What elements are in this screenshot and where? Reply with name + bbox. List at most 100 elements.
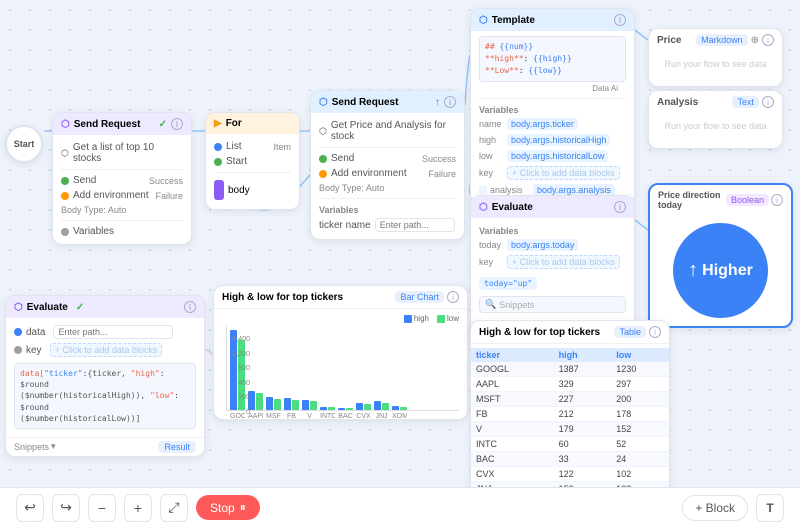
eval-data-input[interactable] (53, 325, 173, 339)
table-col-header: high (554, 348, 612, 362)
bar-low (274, 399, 281, 410)
table-cell: 178 (611, 407, 669, 422)
table-node[interactable]: High & low for top tickers Table i ticke… (470, 320, 670, 487)
evaluate-result[interactable]: Result (158, 441, 196, 453)
redo-button[interactable]: ↪ (52, 494, 80, 522)
eval-key-add[interactable]: + Click to add data blocks (50, 343, 163, 357)
bar-group (266, 397, 281, 410)
chart-body: 1,400 1,200 800 400 200 0 GOOGLAAPLMSFTF… (222, 326, 459, 420)
send1-title: Send Request (74, 119, 141, 130)
eval-key-label: key (26, 345, 42, 356)
for-header: ▶ For (206, 113, 299, 134)
price-dir-header: Price direction today Boolean i (650, 185, 791, 215)
zoom-in-button[interactable]: + (124, 494, 152, 522)
template-node[interactable]: ⬡ Template i ## {{num}} **high**: {{high… (470, 8, 635, 204)
send-request-2-node[interactable]: ⬡ Send Request ↑ i ⬡ Get Price and Analy… (310, 90, 465, 240)
table-cell: MSFT (471, 392, 554, 407)
x-label: AAPL (248, 413, 263, 420)
bar-group (248, 391, 263, 410)
send2-bodytype[interactable]: Body Type: Auto (319, 181, 456, 195)
table-cell: 1230 (611, 362, 669, 377)
evaluate-node[interactable]: ⬡ Evaluate ✓ i data key + Click to add d… (5, 295, 205, 457)
analysis-info[interactable]: i (762, 96, 774, 108)
eval-vars-info[interactable]: i (614, 201, 626, 213)
bar-high (356, 403, 363, 410)
evaluate-header: ⬡ Evaluate ✓ i (6, 296, 204, 318)
send1-info[interactable]: i (171, 118, 183, 130)
x-label: XOM (392, 413, 407, 420)
table-cell: 212 (554, 407, 612, 422)
higher-text: Higher (702, 262, 753, 280)
eval-vars-section: Variables (479, 223, 626, 237)
template-var-name: name body.args.ticker (479, 116, 626, 132)
chart-info[interactable]: i (447, 291, 459, 303)
table-cell: 227 (554, 392, 612, 407)
canvas[interactable]: Start ⬡ Send Request ✓ i ⬡ Get a list of… (0, 0, 800, 487)
fit-button[interactable]: ⤢ (160, 494, 188, 522)
evaluate-info[interactable]: i (184, 301, 196, 313)
price-direction-node[interactable]: Price direction today Boolean i ↑ Higher (648, 183, 793, 328)
send2-body: ⬡ Get Price and Analysis for stock Send … (311, 113, 464, 239)
x-label: INTC (320, 413, 335, 420)
data-ai-label: Data Ai (479, 82, 626, 95)
table-row: FB212178 (471, 407, 669, 422)
bar-low (328, 407, 335, 410)
analysis-node[interactable]: Analysis Text i Run your flow to see dat… (648, 90, 783, 149)
bar-group (302, 400, 317, 410)
text-button[interactable]: T (756, 494, 784, 522)
analysis-header: Analysis Text i (649, 91, 782, 113)
for-node[interactable]: ▶ For List Item Start body (205, 112, 300, 210)
add-block-button[interactable]: + Block (682, 495, 748, 521)
x-label: CVX (356, 413, 371, 420)
table-cell: AAPL (471, 377, 554, 392)
table-info[interactable]: i (649, 326, 661, 338)
bar-group (392, 406, 407, 410)
evaluate-title: Evaluate (27, 302, 68, 313)
send1-success: Success (149, 176, 183, 186)
price-dir-info[interactable]: i (771, 194, 783, 206)
template-info[interactable]: i (614, 14, 626, 26)
send2-title: Send Request (332, 97, 399, 108)
eval-search[interactable]: 🔍 Snippets (479, 296, 626, 313)
price-node[interactable]: Price Markdown ⊕ i Run your flow to see … (648, 28, 783, 87)
stop-button[interactable]: Stop ⏸ (196, 495, 260, 520)
table-cell: 152 (611, 422, 669, 437)
evaluate-snippets[interactable]: Snippets▾ (14, 441, 56, 452)
for-item: Item (273, 142, 291, 152)
table-row: AAPL329297 (471, 377, 669, 392)
table-row: CVX122102 (471, 467, 669, 482)
send1-vars: Variables (73, 226, 114, 237)
table-cell: 24 (611, 452, 669, 467)
table-cell: 102 (611, 467, 669, 482)
evaluate-result-bar: Snippets▾ Result (6, 437, 204, 456)
table-row: BAC3324 (471, 452, 669, 467)
send2-info[interactable]: i (444, 96, 456, 108)
chart-title: High & low for top tickers (222, 292, 343, 303)
send1-addenv: Add environment (73, 190, 149, 201)
undo-button[interactable]: ↩ (16, 494, 44, 522)
toolbar-right: + Block T (682, 494, 784, 522)
higher-circle: ↑ Higher (673, 223, 768, 318)
send-request-1-node[interactable]: ⬡ Send Request ✓ i ⬡ Get a list of top 1… (52, 112, 192, 245)
send2-addenv: Add environment (331, 168, 407, 179)
send1-header: ⬡ Send Request ✓ i (53, 113, 191, 135)
table-type: Table (614, 326, 646, 338)
chart-header: High & low for top tickers Bar Chart i (214, 286, 467, 309)
chart-x-labels: GOOGLAAPLMSFTFBVINTCBACCVXJNJXOM (226, 413, 459, 420)
zoom-out-button[interactable]: − (88, 494, 116, 522)
legend-high: high (404, 314, 429, 323)
bar-low (382, 403, 389, 410)
price-info[interactable]: i (762, 34, 774, 46)
table-cell: CVX (471, 467, 554, 482)
add-block-label: + Block (695, 501, 735, 515)
template-code: ## {{num}} **high**: {{high}} **Low**: {… (479, 36, 626, 82)
start-node[interactable]: Start (5, 125, 43, 163)
bar-low (400, 407, 407, 410)
bar-low (256, 393, 263, 410)
chart-node[interactable]: High & low for top tickers Bar Chart i h… (213, 285, 468, 420)
table-cell: 122 (554, 467, 612, 482)
chart-type: Bar Chart (395, 291, 444, 303)
send1-bodytype[interactable]: Body Type: Auto (61, 203, 183, 217)
send2-ticker-input[interactable] (375, 218, 455, 232)
x-label: JNJ (374, 413, 389, 420)
